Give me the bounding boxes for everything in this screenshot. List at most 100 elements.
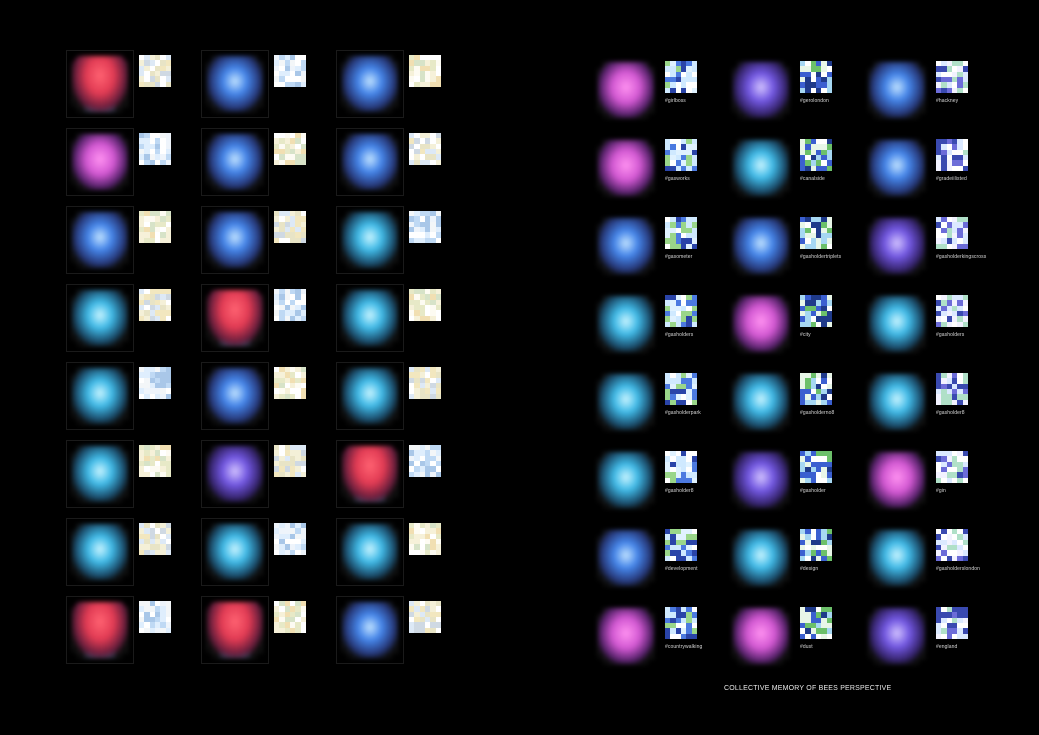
- hashtag-label: #gasholdertriplets: [800, 254, 842, 260]
- glow-cube-image: [72, 368, 128, 424]
- mosaic-thumbnail: [274, 601, 306, 633]
- visualization-cell: #gasholderno8: [727, 368, 837, 438]
- glow-cube-image: [598, 62, 654, 118]
- mosaic-thumbnail: [409, 55, 441, 87]
- visualization-cell: #city: [727, 290, 837, 360]
- glow-cube-image: [598, 530, 654, 586]
- glow-cube-image: [342, 212, 398, 268]
- glow-cube-image: [72, 134, 128, 190]
- visualization-cell: #gasholder8: [592, 446, 702, 516]
- visualization-cell: #gasometer: [592, 212, 702, 282]
- visualization-cell: #dust: [727, 602, 837, 672]
- glow-cube-image: [869, 218, 925, 274]
- glow-cube-image: [733, 218, 789, 274]
- visualization-cell: [66, 206, 176, 276]
- mosaic-thumbnail: [274, 523, 306, 555]
- visualization-cell: [336, 518, 446, 588]
- mosaic-thumbnail: [665, 607, 697, 639]
- glow-cube-image: [72, 446, 128, 502]
- glow-cube-image: [342, 524, 398, 580]
- mosaic-thumbnail: [936, 607, 968, 639]
- mosaic-thumbnail: [274, 211, 306, 243]
- hashtag-label: #gasholder8: [665, 488, 694, 494]
- mosaic-thumbnail: [665, 295, 697, 327]
- mosaic-thumbnail: [409, 445, 441, 477]
- visualization-cell: [201, 362, 311, 432]
- glow-cube-image: [207, 134, 263, 190]
- glow-cube-image: [869, 62, 925, 118]
- glow-cube-image: [342, 446, 398, 502]
- mosaic-thumbnail: [139, 55, 171, 87]
- visualization-cell: [201, 596, 311, 666]
- glow-cube-image: [207, 602, 263, 658]
- visualization-cell: #gasholders: [592, 290, 702, 360]
- hashtag-label: #gasholders: [665, 332, 694, 338]
- mosaic-thumbnail: [800, 295, 832, 327]
- visualization-cell: [201, 284, 311, 354]
- mosaic-thumbnail: [139, 523, 171, 555]
- hashtag-label: #gradeiilisted: [936, 176, 967, 182]
- mosaic-thumbnail: [665, 217, 697, 249]
- hashtag-label: #girlboss: [665, 98, 686, 104]
- glow-cube-image: [598, 140, 654, 196]
- mosaic-thumbnail: [800, 217, 832, 249]
- visualization-cell: #gradeiilisted: [863, 134, 973, 204]
- visualization-cell: [336, 596, 446, 666]
- hashtag-label: #gin: [936, 488, 946, 494]
- glow-cube-image: [342, 134, 398, 190]
- mosaic-thumbnail: [139, 211, 171, 243]
- visualization-cell: #england: [863, 602, 973, 672]
- mosaic-thumbnail: [139, 289, 171, 321]
- glow-cube-image: [342, 368, 398, 424]
- glow-cube-image: [869, 452, 925, 508]
- hashtag-label: #countrywalking: [665, 644, 703, 650]
- glow-cube-image: [598, 608, 654, 664]
- visualization-cell: #gasholderslondon: [863, 524, 980, 594]
- mosaic-thumbnail: [409, 211, 441, 243]
- glow-cube-image: [72, 290, 128, 346]
- visualization-cell: [201, 50, 311, 120]
- visualization-cell: [336, 362, 446, 432]
- mosaic-thumbnail: [139, 601, 171, 633]
- glow-cube-image: [72, 602, 128, 658]
- glow-cube-image: [733, 62, 789, 118]
- visualization-cell: [66, 128, 176, 198]
- glow-cube-image: [733, 374, 789, 430]
- visualization-cell: #design: [727, 524, 837, 594]
- hashtag-label: #development: [665, 566, 698, 572]
- glow-cube-image: [733, 530, 789, 586]
- glow-cube-image: [207, 368, 263, 424]
- hashtag-label: #gasholderkingscross: [936, 254, 987, 260]
- mosaic-thumbnail: [139, 367, 171, 399]
- mosaic-thumbnail: [665, 373, 697, 405]
- visualization-cell: [336, 284, 446, 354]
- hashtag-label: #gerolondon: [800, 98, 829, 104]
- visualization-cell: #gin: [863, 446, 973, 516]
- glow-cube-image: [869, 374, 925, 430]
- hashtag-label: #city: [800, 332, 811, 338]
- spread-caption: COLLECTIVE MEMORY OF BEES PERSPECTIVE: [724, 685, 892, 692]
- visualization-cell: [66, 284, 176, 354]
- glow-cube-image: [72, 56, 128, 112]
- mosaic-thumbnail: [274, 289, 306, 321]
- mosaic-thumbnail: [936, 451, 968, 483]
- mosaic-thumbnail: [936, 139, 968, 171]
- mosaic-thumbnail: [800, 529, 832, 561]
- mosaic-thumbnail: [936, 295, 968, 327]
- mosaic-thumbnail: [665, 61, 697, 93]
- hashtag-label: #gasholder: [800, 488, 826, 494]
- glow-cube-image: [733, 296, 789, 352]
- glow-cube-image: [207, 290, 263, 346]
- visualization-cell: #gasholder8: [863, 368, 973, 438]
- visualization-cell: #development: [592, 524, 702, 594]
- glow-cube-image: [598, 452, 654, 508]
- visualization-cell: #gasholdertriplets: [727, 212, 841, 282]
- glow-cube-image: [598, 374, 654, 430]
- mosaic-thumbnail: [274, 55, 306, 87]
- glow-cube-image: [207, 212, 263, 268]
- mosaic-thumbnail: [409, 367, 441, 399]
- glow-cube-image: [342, 602, 398, 658]
- glow-cube-image: [342, 56, 398, 112]
- visualization-cell: #gasholderkingscross: [863, 212, 986, 282]
- visualization-cell: [336, 128, 446, 198]
